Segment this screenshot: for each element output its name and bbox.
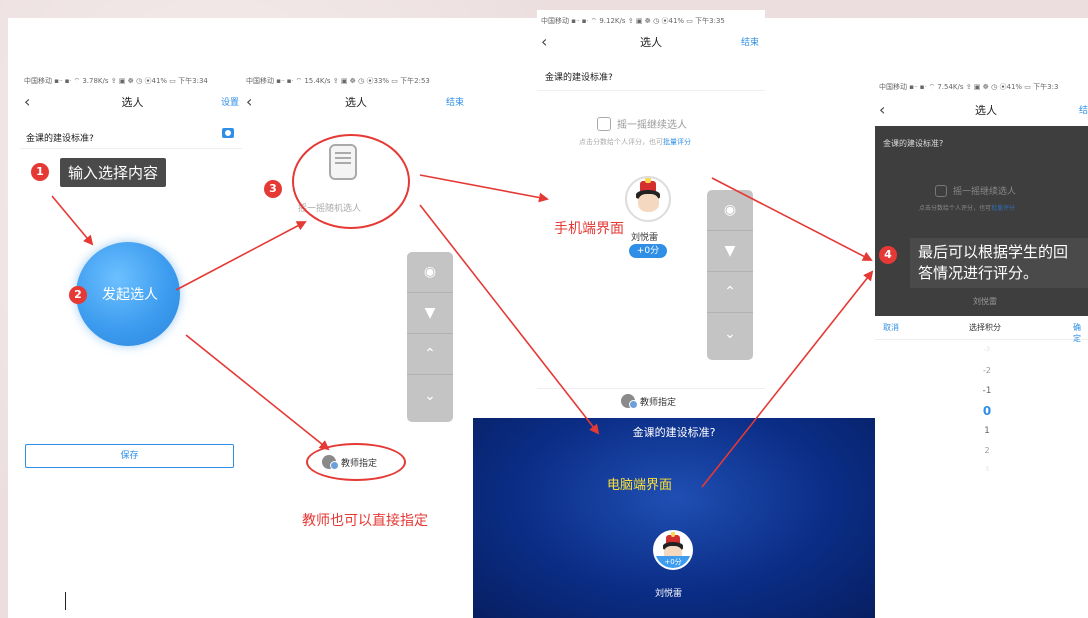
score-hint: 点击分数给个人评分，也可批量评分 — [579, 137, 691, 147]
status-bar: 中国移动 ▪ᐧᐧ ▪ᐧ ⌔ 7.54K/s ⇪ ▣ ☸ ◷ ⦿41% ▭ 下午3… — [879, 83, 1059, 91]
settings-link[interactable]: 设置 — [221, 92, 239, 114]
score-hint: 点击分数给个人评分，也可批量评分 — [919, 203, 1015, 212]
picker-option-selected[interactable]: 0 — [875, 404, 1088, 418]
question-text: 金课的建设标准? — [883, 139, 944, 148]
batch-score-link: 批量评分 — [991, 205, 1016, 212]
teacher-label: 教师指定 — [640, 397, 677, 408]
pc-label: 电脑端界面 — [607, 478, 673, 493]
chevron-down-icon[interactable]: ⌄ — [707, 313, 753, 354]
save-button[interactable]: 保存 — [25, 444, 234, 468]
shake-continue-label: 摇一摇继续选人 — [617, 120, 687, 131]
pc-student-avatar[interactable]: +0分 — [653, 530, 693, 570]
divider — [20, 148, 245, 149]
shake-continue-label: 摇一摇继续选人 — [953, 187, 1017, 197]
status-bar: 中国移动 ▪ᐧᐧ ▪ᐧ ⌔ 3.78K/s ⇪ ▣ ☸ ◷ ⦿41% ▭ 下午3… — [24, 77, 208, 85]
nav-bar: ‹ 选人 结束 — [242, 92, 470, 114]
callout-score: 最后可以根据学生的回 答情况进行评分。 — [910, 238, 1088, 288]
picker-option[interactable]: -1 — [875, 386, 1088, 396]
student-name: 刘悦雷 — [631, 233, 659, 243]
pc-screen: 金课的建设标准? 电脑端界面 +0分 刘悦雷 — [473, 418, 875, 618]
hint-text: 点击分数给个人评分，也可 — [579, 138, 663, 146]
step-2-badge: 2 — [69, 286, 87, 304]
status-bar: 中国移动 ▪ᐧᐧ ▪ᐧ ⌔ 15.4K/s ⇪ ▣ ☸ ◷ ⦿33% ▭ 下午2… — [246, 77, 430, 85]
callout-input: 输入选择内容 — [60, 158, 167, 187]
chevron-up-icon[interactable]: ⌃ — [707, 272, 753, 313]
end-link[interactable]: 结束 — [1079, 100, 1088, 122]
shake-continue: 摇一摇继续选人 — [935, 184, 1016, 197]
teacher-icon — [621, 394, 638, 409]
phone-screen-1: 中国移动 ▪ᐧᐧ ▪ᐧ ⌔ 3.78K/s ⇪ ▣ ☸ ◷ ⦿41% ▭ 下午3… — [20, 70, 245, 470]
divider — [537, 388, 765, 389]
start-pick-button[interactable]: 发起选人 — [76, 242, 180, 346]
picker-option[interactable]: -2 — [875, 366, 1088, 375]
student-avatar[interactable] — [625, 176, 671, 222]
shake-small-icon — [597, 116, 611, 131]
pen-tool-icon[interactable]: ▼ — [707, 231, 753, 272]
step-4-badge: 4 — [879, 246, 897, 264]
teacher-note: 教师也可以直接指定 — [302, 513, 428, 529]
page-title: 选人 — [640, 36, 662, 49]
picker-option[interactable]: 1 — [875, 426, 1088, 436]
highlight-ellipse-shake — [292, 134, 410, 229]
shake-tool-icon[interactable]: ◉ — [707, 190, 753, 231]
chevron-down-icon[interactable]: ⌄ — [407, 375, 453, 416]
student-name: 刘悦雷 — [973, 297, 997, 306]
shake-tool-icon[interactable]: ◉ — [407, 252, 453, 293]
save-label: 保存 — [120, 451, 139, 461]
highlight-ellipse-teacher — [306, 443, 406, 481]
picker-option[interactable]: 3 — [875, 466, 1088, 473]
step-1-badge: 1 — [31, 163, 49, 181]
divider — [537, 90, 765, 91]
step-3-badge: 3 — [264, 180, 282, 198]
picker-option[interactable]: 2 — [875, 446, 1088, 455]
end-link[interactable]: 结束 — [741, 32, 759, 54]
picker-cancel-button[interactable]: 取消 — [883, 322, 899, 333]
batch-score-link[interactable]: 批量评分 — [663, 138, 691, 146]
nav-bar: ‹ 选人 设置 — [20, 92, 245, 114]
pc-student-name: 刘悦雷 — [655, 589, 683, 599]
status-bar: 中国移动 ▪ᐧᐧ ▪ᐧ ⌔ 9.12K/s ⇪ ▣ ☸ ◷ ⦿41% ▭ 下午3… — [541, 17, 725, 25]
nav-bar: ‹ 选人 结束 — [537, 32, 765, 54]
shake-continue[interactable]: 摇一摇继续选人 — [597, 116, 687, 131]
question-text: 金课的建设标准? — [545, 73, 613, 83]
shake-small-icon — [935, 184, 947, 197]
teacher-assign-button[interactable]: 教师指定 — [621, 394, 677, 409]
floating-toolbar: ◉ ▼ ⌃ ⌄ — [407, 252, 453, 422]
hint-text: 点击分数给个人评分，也可 — [919, 205, 992, 212]
phone-label: 手机端界面 — [554, 221, 624, 237]
nav-bar: ‹ 选人 结束 — [875, 100, 1088, 122]
callout-line2: 答情况进行评分。 — [918, 264, 1039, 282]
pc-score: +0分 — [655, 556, 691, 568]
callout-line1: 最后可以根据学生的回 — [918, 243, 1069, 261]
picker-option[interactable]: -3 — [875, 346, 1088, 353]
score-picker[interactable]: -3 -2 -1 0 1 2 3 — [875, 344, 1088, 484]
text-cursor — [65, 592, 66, 610]
page-title: 选人 — [975, 104, 997, 117]
question-text: 金课的建设标准? — [26, 134, 94, 144]
picker-title: 选择积分 — [969, 323, 1001, 332]
end-link[interactable]: 结束 — [446, 92, 464, 114]
start-pick-label: 发起选人 — [102, 287, 158, 303]
page-title: 选人 — [345, 96, 367, 109]
floating-toolbar: ◉ ▼ ⌃ ⌄ — [707, 190, 753, 360]
pc-question: 金课的建设标准? — [632, 426, 716, 439]
chevron-up-icon[interactable]: ⌃ — [407, 334, 453, 375]
page-title: 选人 — [121, 96, 144, 109]
picker-header: 取消 选择积分 确定 — [875, 316, 1088, 343]
pen-tool-icon[interactable]: ▼ — [407, 293, 453, 334]
camera-icon[interactable] — [222, 128, 234, 138]
score-button[interactable]: +0分 — [629, 244, 667, 258]
picker-confirm-button[interactable]: 确定 — [1073, 322, 1088, 344]
